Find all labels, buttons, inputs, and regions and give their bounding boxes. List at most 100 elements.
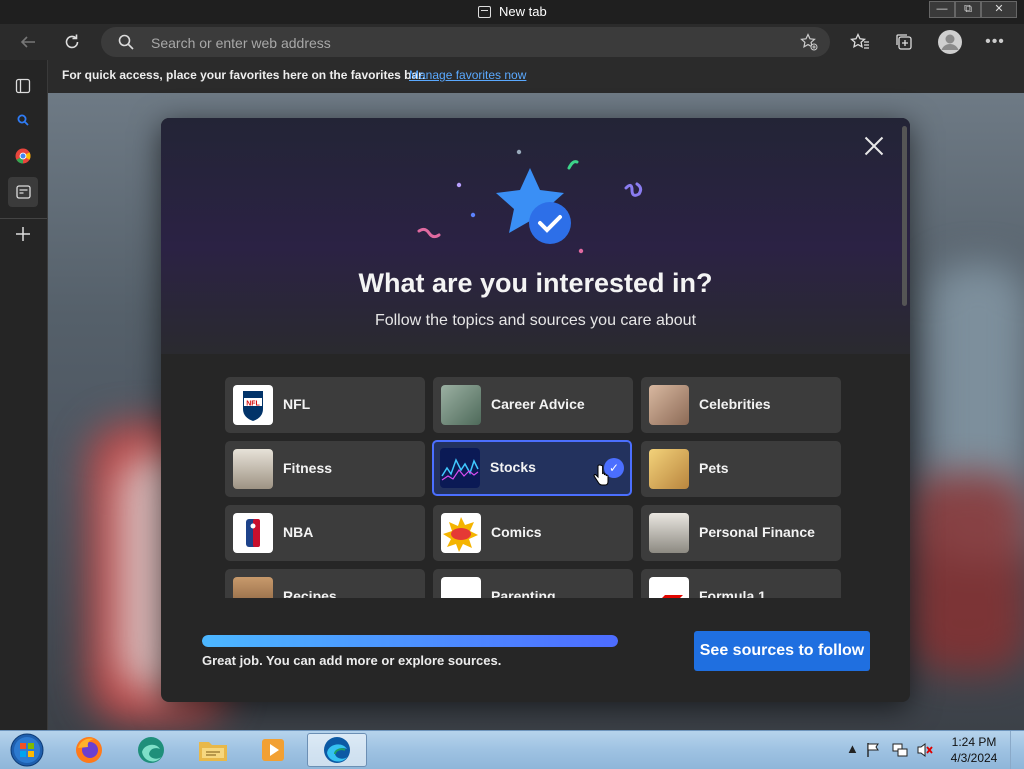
topic-card-nba[interactable]: NBA bbox=[225, 505, 425, 561]
address-input[interactable] bbox=[149, 27, 773, 59]
topic-label: Celebrities bbox=[699, 396, 771, 412]
progress-bar-fill bbox=[202, 635, 618, 647]
favorites-button[interactable] bbox=[846, 28, 874, 56]
dialog-scrollbar[interactable] bbox=[902, 126, 907, 306]
topic-card-parenting[interactable]: Parenting bbox=[433, 569, 633, 598]
topic-card-career-advice[interactable]: Career Advice bbox=[433, 377, 633, 433]
topic-label: Stocks bbox=[490, 459, 536, 475]
favorites-bar-message: For quick access, place your favorites h… bbox=[62, 68, 426, 82]
favorites-bar: For quick access, place your favorites h… bbox=[48, 60, 1024, 93]
tab-new-tab[interactable]: New tab bbox=[478, 4, 547, 19]
see-sources-button[interactable]: See sources to follow bbox=[694, 631, 870, 671]
start-button[interactable] bbox=[2, 733, 52, 767]
topic-label: Comics bbox=[491, 524, 542, 540]
background-blur-shape bbox=[908, 473, 1024, 673]
profile-button[interactable] bbox=[936, 28, 964, 56]
profile-avatar bbox=[938, 30, 962, 54]
taskbar-edge[interactable] bbox=[307, 733, 367, 767]
topic-label: Pets bbox=[699, 460, 729, 476]
taskbar-edge-dev[interactable] bbox=[124, 733, 178, 767]
topic-card-formula-1[interactable]: Formula 1 bbox=[641, 569, 841, 598]
topic-label: Parenting bbox=[491, 588, 556, 598]
topic-card-personal-finance[interactable]: Personal Finance bbox=[641, 505, 841, 561]
close-dialog-button[interactable] bbox=[861, 133, 887, 159]
sidebar-tab-new-tab[interactable] bbox=[8, 177, 38, 207]
browser-toolbar: ••• bbox=[0, 24, 1024, 60]
show-hidden-icons-icon[interactable]: ▲ bbox=[846, 741, 859, 756]
tab-actions-button[interactable] bbox=[8, 71, 38, 101]
recipes-photo-icon bbox=[233, 577, 273, 598]
career-advice-photo-icon bbox=[441, 385, 481, 425]
topic-card-comics[interactable]: Comics bbox=[433, 505, 633, 561]
tab-actions-icon bbox=[15, 78, 31, 94]
more-menu-button[interactable]: ••• bbox=[981, 28, 1009, 56]
sidebar-tab-search[interactable] bbox=[8, 105, 38, 135]
hand-cursor-icon bbox=[593, 464, 609, 486]
taskbar-file-explorer[interactable] bbox=[186, 733, 240, 767]
pets-photo-icon bbox=[649, 449, 689, 489]
interests-dialog: What are you interested in? Follow the t… bbox=[161, 118, 910, 702]
topic-card-recipes[interactable]: Recipes bbox=[225, 569, 425, 598]
refresh-button[interactable] bbox=[58, 28, 86, 56]
topic-label: Fitness bbox=[283, 460, 333, 476]
action-center-flag-icon[interactable] bbox=[866, 742, 880, 758]
chrome-icon bbox=[15, 148, 31, 164]
new-tab-icon bbox=[478, 5, 491, 18]
add-favorite-icon[interactable] bbox=[800, 33, 818, 51]
nfl-logo-icon: NFL bbox=[233, 385, 273, 425]
network-icon[interactable] bbox=[892, 742, 908, 758]
topic-label: Personal Finance bbox=[699, 524, 815, 540]
clock-time: 1:24 PM bbox=[951, 735, 997, 749]
progress-message: Great job. You can add more or explore s… bbox=[202, 653, 502, 668]
dialog-subtitle: Follow the topics and sources you care a… bbox=[374, 312, 697, 329]
taskbar-firefox[interactable] bbox=[62, 733, 116, 767]
topic-card-fitness[interactable]: Fitness bbox=[225, 441, 425, 497]
celebrities-photo-icon bbox=[649, 385, 689, 425]
new-tab-page-icon bbox=[15, 185, 31, 199]
tab-title-label: New tab bbox=[499, 4, 547, 19]
new-tab-button[interactable] bbox=[8, 219, 38, 249]
minimize-button[interactable]: — bbox=[929, 1, 955, 18]
windows-taskbar: ▲ 1:24 PM 4/3/2024 bbox=[0, 730, 1024, 769]
search-tab-icon bbox=[17, 114, 29, 126]
refresh-icon bbox=[65, 34, 79, 49]
collections-icon bbox=[896, 34, 912, 50]
dialog-header: What are you interested in? Follow the t… bbox=[161, 118, 910, 354]
title-bar: New tab — ⧉ ✕ bbox=[0, 0, 1024, 24]
start-orb-icon bbox=[10, 733, 44, 767]
sidebar-tab-chrome[interactable] bbox=[8, 141, 38, 171]
vertical-tabs-sidebar bbox=[0, 60, 48, 730]
taskbar-media-player[interactable] bbox=[246, 733, 300, 767]
progress-bar bbox=[202, 635, 618, 647]
show-desktop-button[interactable] bbox=[1010, 731, 1024, 769]
more-menu-icon: ••• bbox=[985, 33, 1005, 50]
address-bar[interactable] bbox=[101, 27, 830, 59]
stock-chart-icon bbox=[440, 448, 480, 488]
topic-card-nfl[interactable]: NFL NFL bbox=[225, 377, 425, 433]
nba-logo-icon bbox=[233, 513, 273, 553]
firefox-icon bbox=[76, 737, 102, 763]
close-window-button[interactable]: ✕ bbox=[981, 1, 1017, 18]
restore-button[interactable]: ⧉ bbox=[955, 1, 981, 18]
add-icon bbox=[16, 227, 30, 241]
favorites-icon bbox=[850, 33, 869, 49]
search-icon bbox=[118, 34, 134, 50]
topic-label: NFL bbox=[283, 396, 311, 412]
system-clock[interactable]: 1:24 PM 4/3/2024 bbox=[944, 734, 1004, 766]
back-button[interactable] bbox=[14, 28, 42, 56]
topic-card-pets[interactable]: Pets bbox=[641, 441, 841, 497]
collections-button[interactable] bbox=[890, 28, 918, 56]
comics-burst-icon bbox=[441, 513, 481, 553]
edge-icon bbox=[324, 737, 350, 763]
topic-label: Formula 1 bbox=[699, 588, 766, 598]
volume-muted-icon[interactable] bbox=[916, 742, 934, 758]
topic-label: Recipes bbox=[283, 588, 337, 598]
svg-text:NFL: NFL bbox=[246, 401, 260, 408]
topic-label: NBA bbox=[283, 524, 314, 540]
topic-label: Career Advice bbox=[491, 396, 585, 412]
edge-dev-icon bbox=[138, 737, 164, 763]
manage-favorites-link[interactable]: Manage favorites now bbox=[409, 68, 526, 82]
file-explorer-icon bbox=[199, 742, 227, 761]
topic-card-celebrities[interactable]: Celebrities bbox=[641, 377, 841, 433]
star-check-illustration-icon bbox=[417, 149, 643, 254]
